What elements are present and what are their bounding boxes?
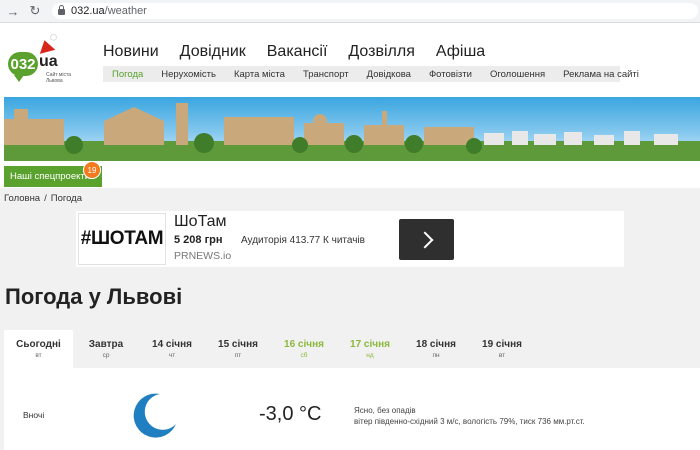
- day-tab-weekday: сб: [300, 352, 308, 359]
- day-tab-weekday: чт: [168, 352, 176, 359]
- day-tab-weekday: пт: [234, 352, 242, 359]
- day-tab-label: 17 січня: [350, 339, 390, 350]
- forecast-period: Вночі: [23, 410, 45, 420]
- day-tab-weekday: пн: [432, 352, 440, 359]
- sub-nav-item[interactable]: Погода: [103, 69, 152, 80]
- special-projects-label: Наші спецпроекти: [10, 171, 91, 182]
- breadcrumb: Головна / Погода: [4, 193, 82, 204]
- main-nav-item[interactable]: Афіша: [436, 43, 485, 61]
- page-title: Погода у Львові: [5, 284, 183, 309]
- main-nav: Новини Довідник Вакансії Дозвілля Афіша: [103, 43, 485, 61]
- day-tab[interactable]: 14 січня чт: [139, 330, 205, 368]
- breadcrumb-home[interactable]: Головна: [4, 193, 40, 204]
- reload-icon[interactable]: ↻: [26, 2, 44, 20]
- forecast-details: вітер південно-східний 3 м/с, вологість …: [354, 417, 585, 426]
- main-nav-item[interactable]: Новини: [103, 43, 159, 61]
- sub-nav-item[interactable]: Довідкова: [358, 69, 420, 80]
- day-tab-label: Сьогодні: [16, 339, 61, 350]
- special-projects-badge: 19: [83, 161, 101, 179]
- lock-icon: [58, 5, 65, 15]
- day-tab[interactable]: 15 січня пт: [205, 330, 271, 368]
- forecast-summary: Ясно, без опадів: [354, 406, 416, 415]
- sub-nav-item[interactable]: Реклама на сайті: [554, 69, 648, 80]
- day-tab[interactable]: Сьогодні вт: [4, 330, 73, 368]
- day-tab[interactable]: Завтра ср: [73, 330, 139, 368]
- ad-audience: Аудиторія 413.77 К читачів: [241, 235, 365, 246]
- day-tab-label: 15 січня: [218, 339, 258, 350]
- back-arrow-icon[interactable]: →: [4, 2, 22, 20]
- day-tab-weekday: нд: [366, 352, 374, 359]
- ad-source[interactable]: PRNEWS.io: [174, 250, 231, 262]
- sub-nav-item[interactable]: Фотовізти: [420, 69, 481, 80]
- main-nav-item[interactable]: Дозвілля: [348, 43, 414, 61]
- sub-nav: Погода Нерухомість Карта міста Транспорт Дов…: [103, 66, 639, 82]
- forecast-temperature: -3,0 °C: [259, 403, 322, 425]
- city-panorama-banner: [4, 97, 700, 161]
- logo-suffix: ua: [39, 53, 58, 70]
- main-nav-item[interactable]: Довідник: [180, 43, 246, 61]
- moon-icon: [130, 390, 180, 445]
- santa-hat-icon: [36, 38, 56, 54]
- forecast-description: Ясно, без опадів вітер південно-східний …: [354, 405, 585, 427]
- day-tab-label: 18 січня: [416, 339, 456, 350]
- day-tab-label: 16 січня: [284, 339, 324, 350]
- sub-nav-item[interactable]: Транспорт: [294, 69, 358, 80]
- site-logo[interactable]: 032 ua Сайт міста Львова: [8, 38, 71, 88]
- browser-toolbar: → ↻ 032.ua/weather: [0, 0, 700, 23]
- forecast-panel: [4, 368, 700, 450]
- url-path: /weather: [104, 5, 147, 17]
- day-tabs: Сьогодні вт Завтра ср 14 січня чт 15 січня пт 16…: [4, 330, 535, 368]
- url-host: 032.ua: [71, 5, 105, 17]
- day-tab[interactable]: 16 січня сб: [271, 330, 337, 368]
- day-tab-label: 19 січня: [482, 339, 522, 350]
- day-tab-label: 14 січня: [152, 339, 192, 350]
- day-tab-weekday: ср: [102, 352, 110, 359]
- sub-nav-item[interactable]: Нерухомість: [152, 69, 225, 80]
- chevron-right-icon: [416, 231, 433, 248]
- ad-price: 5 208 грн: [174, 234, 223, 246]
- ad-logo: #ШОТАМ: [78, 213, 166, 265]
- sub-nav-item[interactable]: Оголошення: [481, 69, 554, 80]
- day-tab-weekday: вт: [498, 352, 506, 359]
- logo-number: 032: [8, 52, 38, 82]
- day-tab-label: Завтра: [88, 339, 124, 350]
- logo-tagline: Сайт міста Львова: [46, 72, 71, 84]
- day-tab[interactable]: 17 січня нд: [337, 330, 403, 368]
- address-bar[interactable]: 032.ua/weather: [52, 3, 698, 19]
- day-tab[interactable]: 19 січня вт: [469, 330, 535, 368]
- breadcrumb-current: Погода: [50, 193, 83, 204]
- sub-nav-item[interactable]: Карта міста: [225, 69, 294, 80]
- ad-title[interactable]: ШоТам: [174, 213, 227, 231]
- ad-next-button[interactable]: [399, 219, 454, 260]
- breadcrumb-separator: /: [44, 193, 47, 204]
- day-tab[interactable]: 18 січня пн: [403, 330, 469, 368]
- main-nav-item[interactable]: Вакансії: [267, 43, 328, 61]
- ad-block[interactable]: #ШОТАМ ШоТам 5 208 грн Аудиторія 413.77 …: [76, 211, 624, 267]
- day-tab-weekday: вт: [35, 352, 42, 359]
